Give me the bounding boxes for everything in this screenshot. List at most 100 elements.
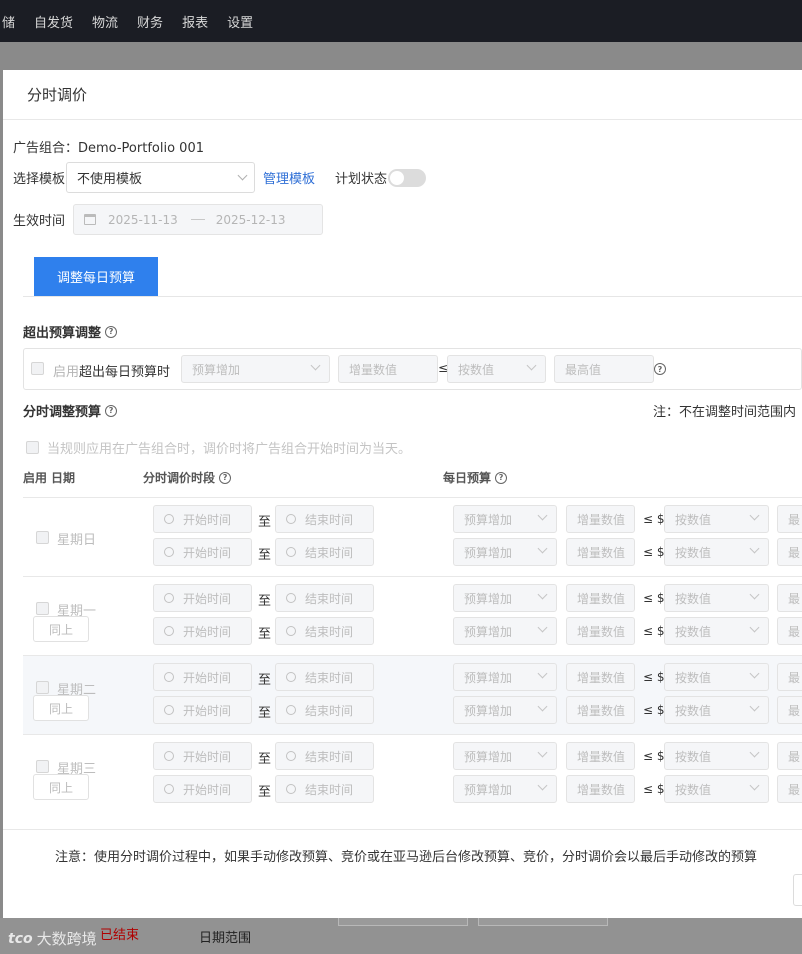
budget-type-select[interactable]: 预算增加: [453, 742, 557, 770]
top-nav: 储 自发货 物流 财务 报表 设置: [0, 0, 802, 42]
help-icon[interactable]: ?: [495, 471, 508, 484]
budget-mode-select[interactable]: 按数值: [664, 696, 769, 724]
end-time-input[interactable]: 结束时间: [275, 663, 374, 691]
time-pricing-modal: 分时调价 广告组合：Demo-Portfolio 001 选择模板 不使用模板 …: [3, 70, 802, 918]
budget-mode-select[interactable]: 按数值: [664, 538, 769, 566]
end-time-input[interactable]: 结束时间: [275, 538, 374, 566]
template-row: 选择模板 不使用模板 管理模板 计划状态: [13, 162, 427, 193]
budget-mode-select[interactable]: 按数值: [664, 775, 769, 803]
plan-status-toggle[interactable]: [388, 168, 427, 187]
end-time-input[interactable]: 结束时间: [275, 617, 374, 645]
clock-icon: [286, 672, 296, 682]
start-time-input[interactable]: 开始时间: [153, 538, 252, 566]
end-placeholder: 结束时间: [305, 512, 354, 527]
toggle-knob: [390, 170, 405, 185]
over-budget-checkbox[interactable]: [31, 362, 44, 375]
manage-template-link[interactable]: 管理模板: [263, 168, 315, 187]
budget-type-select[interactable]: 预算增加: [453, 505, 557, 533]
budget-type-select[interactable]: 预算增加: [453, 663, 557, 691]
to-text: 至: [258, 594, 272, 609]
budget-mode-select[interactable]: 按数值: [664, 742, 769, 770]
end-time-input[interactable]: 结束时间: [275, 505, 374, 533]
end-time-input[interactable]: 结束时间: [275, 775, 374, 803]
budget-amount-placeholder: 增量数值: [577, 670, 626, 685]
start-time-input[interactable]: 开始时间: [153, 775, 252, 803]
start-time-input[interactable]: 开始时间: [153, 584, 252, 612]
end-time-input[interactable]: 结束时间: [275, 584, 374, 612]
start-placeholder: 开始时间: [183, 749, 232, 764]
over-budget-mode-select[interactable]: 按数值: [447, 355, 546, 383]
over-budget-amount-input[interactable]: 增量数值: [338, 355, 438, 383]
budget-max-input[interactable]: 最: [777, 617, 802, 645]
start-time-input[interactable]: 开始时间: [153, 696, 252, 724]
budget-type-placeholder: 预算增加: [464, 624, 513, 639]
chevron-down-icon: [310, 360, 321, 371]
date-range-picker[interactable]: 2025-11-13 2025-12-13: [73, 204, 324, 235]
budget-amount-input[interactable]: 增量数值: [566, 617, 635, 645]
chevron-down-icon: [749, 780, 760, 791]
help-icon[interactable]: ?: [654, 363, 666, 375]
day-checkbox[interactable]: [36, 681, 49, 694]
start-time-input[interactable]: 开始时间: [153, 617, 252, 645]
budget-amount-placeholder: 增量数值: [577, 703, 626, 718]
template-select[interactable]: 不使用模板: [66, 162, 256, 193]
budget-max-input[interactable]: 最: [777, 505, 802, 533]
budget-mode-select[interactable]: 按数值: [664, 505, 769, 533]
day-checkbox[interactable]: [36, 602, 49, 615]
footer-cancel-button[interactable]: [793, 874, 802, 906]
nav-item-storage[interactable]: 储: [2, 12, 15, 31]
budget-max-placeholder: 最: [788, 545, 801, 560]
budget-type-select[interactable]: 预算增加: [453, 538, 557, 566]
budget-max-input[interactable]: 最: [777, 742, 802, 770]
over-budget-type-select[interactable]: 预算增加: [181, 355, 330, 383]
budget-amount-input[interactable]: 增量数值: [566, 696, 635, 724]
day-checkbox[interactable]: [36, 531, 49, 544]
budget-amount-input[interactable]: 增量数值: [566, 584, 635, 612]
nav-item-fbm[interactable]: 自发货: [34, 12, 73, 31]
help-icon[interactable]: ?: [105, 325, 118, 338]
day-checkbox[interactable]: [36, 760, 49, 773]
budget-type-placeholder: 预算增加: [464, 782, 513, 797]
same-as-above-button[interactable]: 同上: [33, 695, 89, 721]
nav-item-finance[interactable]: 财务: [137, 12, 163, 31]
budget-amount-input[interactable]: 增量数值: [566, 663, 635, 691]
budget-max-input[interactable]: 最: [777, 775, 802, 803]
budget-max-input[interactable]: 最: [777, 663, 802, 691]
help-icon[interactable]: ?: [105, 404, 118, 417]
help-icon[interactable]: ?: [219, 471, 232, 484]
start-time-input[interactable]: 开始时间: [153, 742, 252, 770]
budget-max-placeholder: 最: [788, 670, 801, 685]
end-time-input[interactable]: 结束时间: [275, 696, 374, 724]
budget-type-select[interactable]: 预算增加: [453, 775, 557, 803]
over-budget-max-input[interactable]: 最高值: [554, 355, 654, 383]
max-placeholder: 最高值: [565, 362, 602, 377]
tab-adjust-daily-budget[interactable]: 调整每日预算: [34, 257, 158, 296]
nav-item-logistics[interactable]: 物流: [92, 12, 118, 31]
start-time-input[interactable]: 开始时间: [153, 663, 252, 691]
budget-mode-select[interactable]: 按数值: [664, 617, 769, 645]
budget-type-select[interactable]: 预算增加: [453, 617, 557, 645]
clock-icon: [164, 514, 174, 524]
hint-checkbox[interactable]: [26, 441, 39, 454]
budget-max-input[interactable]: 最: [777, 538, 802, 566]
budget-amount-input[interactable]: 增量数值: [566, 538, 635, 566]
same-as-above-button[interactable]: 同上: [33, 774, 89, 800]
budget-mode-select[interactable]: 按数值: [664, 584, 769, 612]
budget-max-input[interactable]: 最: [777, 696, 802, 724]
budget-amount-input[interactable]: 增量数值: [566, 742, 635, 770]
budget-type-select[interactable]: 预算增加: [453, 696, 557, 724]
nav-item-reports[interactable]: 报表: [182, 12, 208, 31]
budget-mode-select[interactable]: 按数值: [664, 663, 769, 691]
budget-type-select[interactable]: 预算增加: [453, 584, 557, 612]
budget-amount-input[interactable]: 增量数值: [566, 775, 635, 803]
same-as-above-button[interactable]: 同上: [33, 616, 89, 642]
chevron-down-icon: [749, 747, 760, 758]
budget-max-input[interactable]: 最: [777, 584, 802, 612]
nav-item-settings[interactable]: 设置: [227, 12, 253, 31]
amount-placeholder: 增量数值: [349, 362, 398, 377]
budget-amount-input[interactable]: 增量数值: [566, 505, 635, 533]
effective-time-label: 生效时间: [13, 214, 66, 229]
hint-text: 当规则应用在广告组合时，调价时将广告组合开始时间为当天。: [47, 442, 412, 457]
start-time-input[interactable]: 开始时间: [153, 505, 252, 533]
end-time-input[interactable]: 结束时间: [275, 742, 374, 770]
